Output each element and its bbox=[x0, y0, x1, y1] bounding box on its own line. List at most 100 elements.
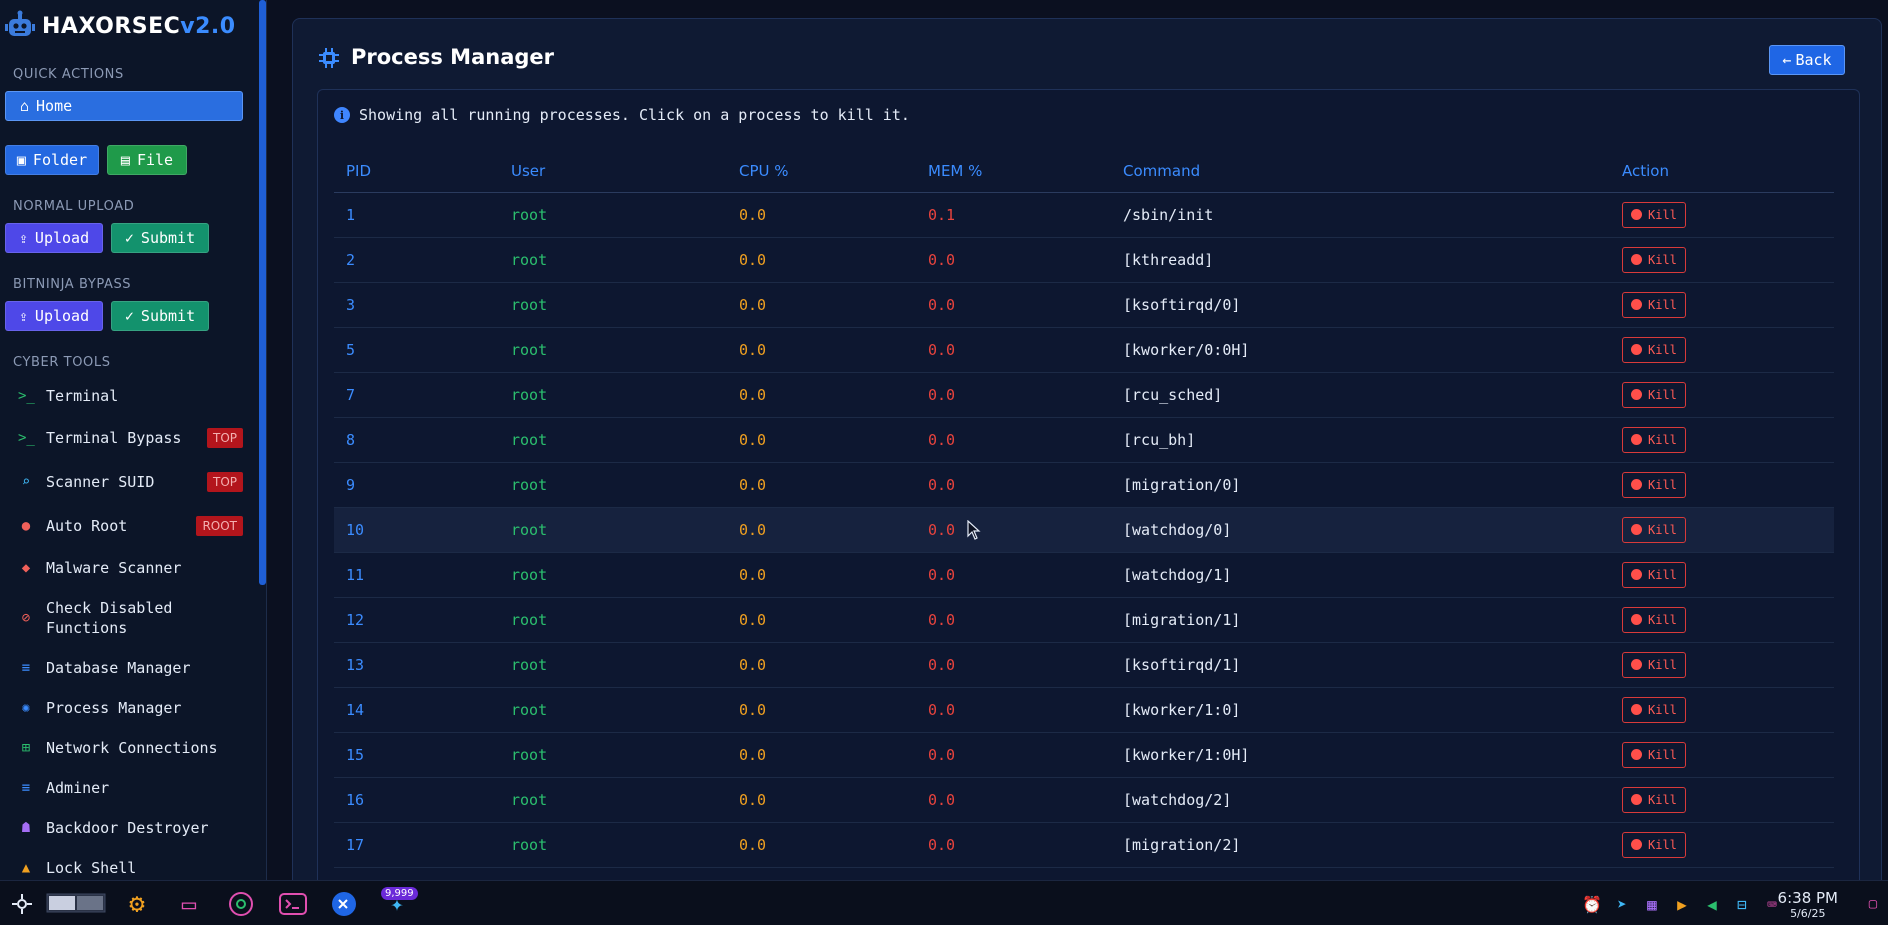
table-row[interactable]: 12 root 0.0 0.0 [migration/1] Kill bbox=[334, 597, 1834, 643]
kill-button[interactable]: Kill bbox=[1622, 381, 1686, 408]
sidebar-scrollbar[interactable] bbox=[259, 0, 266, 585]
kill-button[interactable]: Kill bbox=[1622, 741, 1686, 768]
keyboard-icon: ⌨ bbox=[1767, 894, 1777, 914]
table-row[interactable]: 3 root 0.0 0.0 [ksoftirqd/0] Kill bbox=[334, 282, 1834, 328]
network-tray[interactable]: ⊟ bbox=[1730, 889, 1754, 919]
table-row[interactable]: 15 root 0.0 0.0 [kworker/1:0H] Kill bbox=[334, 732, 1834, 778]
info-message: i Showing all running processes. Click o… bbox=[334, 106, 910, 124]
process-table-body: 1 root 0.0 0.1/sbin/init Kill 2 root 0.0 0.0 [kth… bbox=[334, 192, 1834, 868]
cell-cpu: 0.0 bbox=[727, 372, 916, 418]
cell-pid: 12 bbox=[334, 597, 499, 643]
cell-mem: 0.0 bbox=[916, 372, 1111, 418]
tool-malware-scanner[interactable]: ◆ Malware Scanner bbox=[18, 558, 243, 578]
media-tray[interactable]: ▶ bbox=[1670, 889, 1694, 919]
logo[interactable]: HAXORSECv2.0 bbox=[4, 10, 236, 42]
tool-lock-shell[interactable]: ▲ Lock Shell bbox=[18, 858, 243, 878]
files-app[interactable]: ▭ bbox=[174, 889, 204, 919]
arrow-left-icon: ← bbox=[1782, 51, 1792, 69]
normal-upload-button[interactable]: ⇪ Upload bbox=[5, 223, 103, 253]
table-row[interactable]: 11 root 0.0 0.0 [watchdog/1] Kill bbox=[334, 552, 1834, 598]
tool-check-disabled-functions[interactable]: ⊘ Check Disabled Functions bbox=[18, 598, 243, 638]
process-table: PID User CPU % MEM % Command Action 1 roo… bbox=[334, 150, 1834, 868]
clock[interactable]: 6:38 PM 5/6/25 bbox=[1778, 889, 1838, 920]
tool-adminer[interactable]: ≡ Adminer bbox=[18, 778, 243, 798]
table-row[interactable]: 8 root 0.0 0.0 [rcu_bh] Kill bbox=[334, 417, 1834, 463]
bitninja-submit-button[interactable]: ✓ Submit bbox=[111, 301, 209, 331]
table-row[interactable]: 5 root 0.0 0.0 [kworker/0:0H] Kill bbox=[334, 327, 1834, 373]
start-menu-button[interactable] bbox=[7, 889, 37, 919]
home-button[interactable]: ⌂ Home bbox=[5, 91, 243, 121]
cell-pid: 10 bbox=[334, 507, 499, 553]
kill-button[interactable]: Kill bbox=[1622, 336, 1686, 363]
cell-cpu: 0.0 bbox=[727, 732, 916, 778]
chrome-app[interactable] bbox=[226, 889, 256, 919]
cell-cpu: 0.0 bbox=[727, 777, 916, 823]
table-row[interactable]: 9 root 0.0 0.0 [migration/0] Kill bbox=[334, 462, 1834, 508]
table-row[interactable]: 1 root 0.0 0.1/sbin/init Kill bbox=[334, 192, 1834, 238]
cell-action: Kill bbox=[1610, 462, 1834, 508]
kill-button[interactable]: Kill bbox=[1622, 831, 1686, 858]
table-row[interactable]: 13 root 0.0 0.0 [ksoftirqd/1] Kill bbox=[334, 642, 1834, 688]
cell-user: root bbox=[499, 777, 727, 823]
cell-mem: 0.0 bbox=[916, 822, 1111, 868]
normal-submit-button[interactable]: ✓ Submit bbox=[111, 223, 209, 253]
tool-network-connections[interactable]: ⊞ Network Connections bbox=[18, 738, 243, 758]
show-desktop-button[interactable]: ▢ bbox=[1862, 889, 1884, 919]
skull-icon bbox=[1631, 209, 1642, 220]
telegram-tray[interactable]: ➤ bbox=[1610, 889, 1634, 919]
workspace-switcher[interactable] bbox=[45, 889, 107, 919]
kill-button[interactable]: Kill bbox=[1622, 471, 1686, 498]
table-row[interactable]: 7 root 0.0 0.0 [rcu_sched] Kill bbox=[334, 372, 1834, 418]
kill-button[interactable]: Kill bbox=[1622, 606, 1686, 633]
tool-process-manager[interactable]: ✺ Process Manager bbox=[18, 698, 243, 718]
tool-backdoor-destroyer[interactable]: ☗ Backdoor Destroyer bbox=[18, 818, 243, 838]
folder-plus-icon: ▣ bbox=[16, 151, 26, 169]
volume-tray[interactable]: ◀ bbox=[1700, 889, 1724, 919]
tool-database-manager[interactable]: ≡ Database Manager bbox=[18, 658, 243, 678]
cell-user: root bbox=[499, 687, 727, 733]
cell-action: Kill bbox=[1610, 417, 1834, 463]
terminal-app[interactable] bbox=[278, 889, 308, 919]
cell-mem: 0.0 bbox=[916, 687, 1111, 733]
column-header-cpu: CPU % bbox=[727, 150, 916, 193]
skull-icon bbox=[1631, 344, 1642, 355]
kill-button[interactable]: Kill bbox=[1622, 696, 1686, 723]
kill-button[interactable]: Kill bbox=[1622, 426, 1686, 453]
cell-pid: 9 bbox=[334, 462, 499, 508]
kill-button[interactable]: Kill bbox=[1622, 246, 1686, 273]
tool-scanner-suid[interactable]: ⌕ Scanner SUID TOP bbox=[18, 472, 243, 492]
table-row[interactable]: 2 root 0.0 0.0 [kthreadd] Kill bbox=[334, 237, 1834, 283]
kill-button[interactable]: Kill bbox=[1622, 201, 1686, 228]
table-row[interactable]: 14 root 0.0 0.0 [kworker/1:0] Kill bbox=[334, 687, 1834, 733]
table-row[interactable]: 10 root 0.0 0.0 [watchdog/0] Kill bbox=[334, 507, 1834, 553]
cell-cpu: 0.0 bbox=[727, 552, 916, 598]
bitninja-upload-button[interactable]: ⇪ Upload bbox=[5, 301, 103, 331]
vscode-app[interactable] bbox=[329, 889, 359, 919]
skull-icon bbox=[1631, 704, 1642, 715]
chrome-icon bbox=[229, 892, 253, 916]
cell-user: root bbox=[499, 372, 727, 418]
top-badge: TOP bbox=[206, 472, 243, 492]
tool-terminal[interactable]: >_ Terminal bbox=[18, 386, 243, 406]
kill-button[interactable]: Kill bbox=[1622, 561, 1686, 588]
kill-button[interactable]: Kill bbox=[1622, 291, 1686, 318]
cell-command: [rcu_bh] bbox=[1111, 417, 1610, 463]
table-row[interactable]: 17 root 0.0 0.0 [migration/2] Kill bbox=[334, 822, 1834, 868]
kill-button[interactable]: Kill bbox=[1622, 651, 1686, 678]
alarm-tray[interactable]: ⏰ bbox=[1580, 889, 1604, 919]
table-row[interactable]: 16 root 0.0 0.0 [watchdog/2] Kill bbox=[334, 777, 1834, 823]
terminal-icon: >_ bbox=[18, 388, 35, 404]
back-button[interactable]: ← Back bbox=[1769, 45, 1845, 75]
clipboard-tray[interactable]: ▦ bbox=[1640, 889, 1664, 919]
settings-app[interactable]: ⚙ bbox=[122, 889, 152, 919]
cell-action: Kill bbox=[1610, 192, 1834, 238]
new-folder-button[interactable]: ▣ Folder bbox=[5, 145, 99, 175]
tool-auto-root[interactable]: ● Auto Root ROOT bbox=[18, 516, 243, 536]
kill-button[interactable]: Kill bbox=[1622, 786, 1686, 813]
kill-button[interactable]: Kill bbox=[1622, 516, 1686, 543]
tool-terminal-bypass[interactable]: >_ Terminal Bypass TOP bbox=[18, 428, 243, 448]
network-icon: ⊞ bbox=[21, 740, 31, 756]
cell-pid: 17 bbox=[334, 822, 499, 868]
new-file-button[interactable]: ▤ File bbox=[107, 145, 187, 175]
skull-icon bbox=[1631, 299, 1642, 310]
